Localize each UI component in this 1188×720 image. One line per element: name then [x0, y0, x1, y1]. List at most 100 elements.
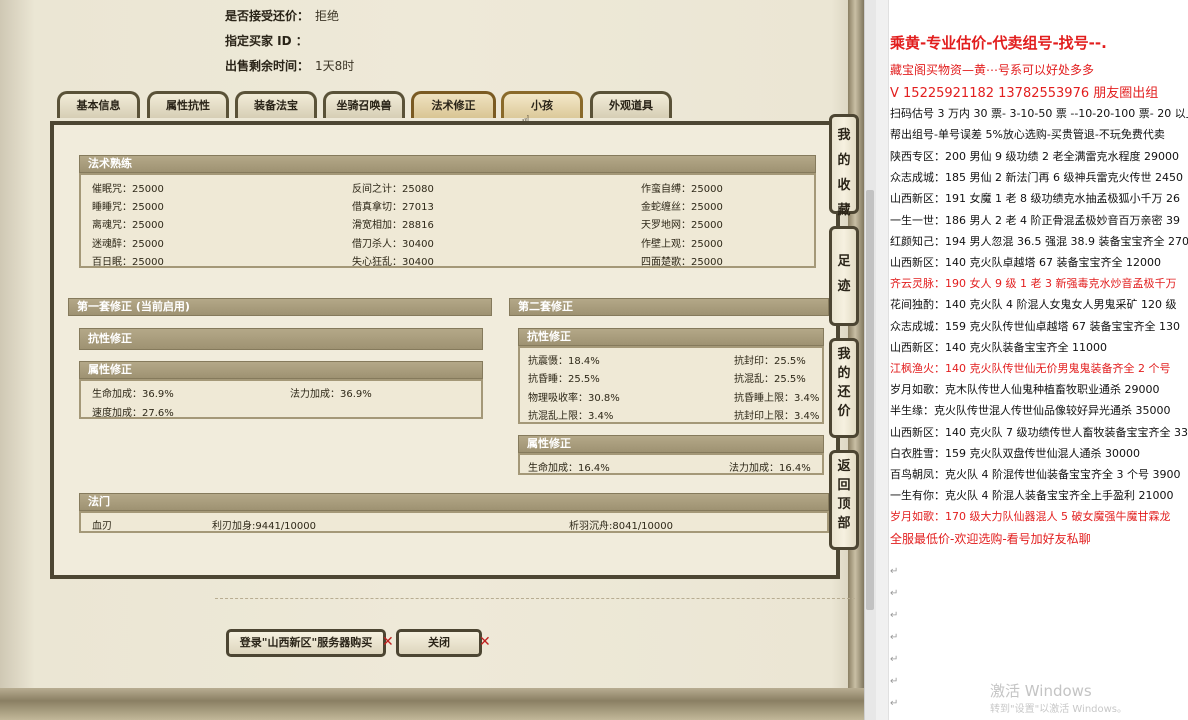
listing-line: 陕西专区：200 男仙 9 级功绩 2 老全满雷克水程度 29000	[890, 150, 1179, 163]
fabao-box	[79, 511, 829, 533]
skills-header: 法术熟练	[79, 155, 816, 173]
divider	[215, 598, 855, 599]
listing-line: 全服最低价-欢迎选购-看号加好友私聊	[890, 531, 1091, 546]
side-button-text: 足迹	[837, 254, 851, 294]
listing-line: 岁月如歌：170 级大力队仙器混人 5 破女魔强牛魔甘霖龙	[890, 510, 1171, 524]
set2-attr-header: 属性修正	[518, 435, 824, 453]
attr-cell: 生命加成：16.4%	[528, 463, 610, 474]
accept-counter-label: 是否接受还价：	[225, 9, 310, 23]
paragraph-mark: ↵	[890, 654, 899, 665]
skill-cell: 借真拿切：27013	[352, 202, 434, 213]
tab-equipment[interactable]: 装备法宝	[235, 91, 317, 118]
time-remaining-row: 出售剩余时间： 1天8时	[225, 57, 354, 74]
listing-line: 花间独酌：140 克火队 4 阶混人女鬼女人男鬼采矿 120 级	[890, 298, 1177, 312]
skill-cell: 天罗地网：25000	[641, 220, 723, 231]
listing-line: 齐云灵脉：190 女人 9 级 1 老 3 新强毒克水炒音孟极千万	[890, 277, 1177, 291]
resist-cell: 抗混乱上限：3.4%	[528, 411, 614, 422]
fabao-cell: 析羽沉舟:8041/10000	[569, 521, 673, 532]
fabao-cell: 利刃加身:9441/10000	[212, 521, 316, 532]
paragraph-mark: ↵	[890, 566, 899, 577]
skill-cell: 作蛮自缚：25000	[641, 184, 723, 195]
page-scrollbar-thumb[interactable]	[866, 190, 874, 610]
skill-cell: 金蛇缠丝：25000	[641, 202, 723, 213]
tab-mounts-pets[interactable]: 坐骑召唤兽	[323, 91, 405, 118]
resist-cell: 物理吸收率：30.8%	[528, 393, 620, 404]
back-to-top-button[interactable]: 返回顶部	[829, 450, 859, 550]
side-button-text: 我的还价	[837, 347, 851, 419]
doc-line: 帮出组号-单号误差 5%放心选购-买贵管退-不玩免费代卖	[890, 128, 1165, 141]
skill-cell: 离魂咒：25000	[92, 220, 164, 231]
paragraph-mark: ↵	[890, 610, 899, 621]
set1-resist-header: 抗性修正	[79, 328, 483, 350]
accept-counter-value: 拒绝	[315, 9, 340, 23]
my-counteroffers-button[interactable]: 我的还价	[829, 338, 859, 438]
paragraph-mark: ↵	[890, 632, 899, 643]
set1-attr-header: 属性修正	[79, 361, 483, 379]
game-window: 是否接受还价： 拒绝 指定买家 ID ： 出售剩余时间： 1天8时 基本信息 属性抗…	[0, 0, 877, 720]
set2-header: 第二套修正	[509, 298, 829, 316]
designated-buyer-row: 指定买家 ID ：	[225, 32, 314, 49]
windows-activation-subtext: 转到"设置"以激活 Windows。	[990, 704, 1128, 715]
paragraph-mark: ↵	[890, 588, 899, 599]
listing-line: 岁月如歌：克木队传世人仙鬼种植畜牧职业通杀 29000	[890, 383, 1160, 397]
skill-cell: 百日眠：25000	[92, 257, 164, 268]
listing-line: 江枫渔火：140 克火队传世仙无价男鬼鬼装备齐全 2 个号	[890, 362, 1171, 375]
skill-cell: 借刀杀人：30400	[352, 239, 434, 250]
attr-cell: 速度加成：27.6%	[92, 408, 174, 419]
paragraph-mark: ↵	[890, 676, 899, 687]
fabao-header: 法门	[79, 493, 829, 511]
skill-cell: 四面楚歌：25000	[641, 257, 723, 268]
attr-cell: 法力加成：16.4%	[729, 463, 811, 474]
doc-line: 扫码估号 3 万内 30 票- 3-10-50 票 --10-20-100 票-…	[890, 107, 1188, 120]
skill-cell: 睡睡咒：25000	[92, 202, 164, 213]
time-remaining-label: 出售剩余时间：	[225, 59, 310, 73]
listing-line: 山西新区：140 克火队 7 级功绩传世人畜牧装备宝宝齐全 335	[890, 425, 1188, 439]
skill-cell: 作壁上观：25000	[641, 239, 723, 250]
designated-buyer-label: 指定买家 ID ：	[225, 34, 308, 48]
close-x-icon[interactable]: ✕	[382, 634, 394, 650]
tab-appearance[interactable]: 外观道具	[590, 91, 672, 118]
set2-resist-header: 抗性修正	[518, 328, 824, 346]
fabao-cell: 血刃	[92, 521, 112, 532]
tab-basic-info[interactable]: 基本信息	[57, 91, 140, 118]
doc-contact-line: V 15225921182 13782553976 朋友圈出组	[890, 86, 1159, 101]
close-x-icon[interactable]: ✕	[479, 634, 491, 650]
listing-line: 一生一世：186 男人 2 老 4 阶正骨混孟极妙音百万亲密 39	[890, 213, 1180, 227]
skill-cell: 滑宽相加：28816	[352, 220, 434, 231]
login-to-buy-button[interactable]: 登录"山西新区"服务器购买	[226, 629, 386, 657]
resist-cell: 抗封印上限：3.4%	[734, 411, 820, 422]
my-favorites-button[interactable]: 我的收藏	[829, 114, 859, 218]
skill-cell: 失心狂乱：30400	[352, 257, 434, 268]
close-button[interactable]: 关闭	[396, 629, 482, 657]
listing-line: 山西新区：140 克火队装备宝宝齐全 11000	[890, 340, 1107, 354]
set1-header: 第一套修正 (当前启用)	[68, 298, 492, 316]
spell-correction-panel: 法术熟练 催眠咒：25000 睡睡咒：25000 离魂咒：25000 迷魂醉：2…	[50, 121, 840, 579]
listing-line: 白衣胜雪：159 克火队双盘传世仙混人通杀 30000	[890, 446, 1140, 460]
side-button-text: 返回顶部	[837, 459, 851, 531]
tab-attributes[interactable]: 属性抗性	[147, 91, 229, 118]
listing-line: 山西新区：140 克火队卓越塔 67 装备宝宝齐全 12000	[890, 256, 1161, 269]
windows-activation-watermark: 激活 Windows	[990, 682, 1092, 700]
listing-line: 半生缘：克火队传世混人传世仙品像较好异光通杀 35000	[890, 404, 1171, 418]
listing-line: 百鸟朝凤：克火队 4 阶混传世仙装备宝宝齐全 3 个号 3900	[890, 468, 1181, 481]
attr-cell: 法力加成：36.9%	[290, 389, 372, 400]
listing-line: 一生有你：克火队 4 阶混人装备宝宝齐全上手盈利 21000	[890, 489, 1174, 503]
skill-cell: 催眠咒：25000	[92, 184, 164, 195]
tab-spell-correction[interactable]: 法术修正	[411, 91, 496, 118]
footprints-button[interactable]: 足迹	[829, 226, 859, 326]
listing-line: 众志成城：159 克火队传世仙卓越塔 67 装备宝宝齐全 130	[890, 319, 1180, 333]
time-remaining-value: 1天8时	[315, 59, 355, 73]
attr-cell: 生命加成：36.9%	[92, 389, 174, 400]
listing-line: 山西新区：191 女魔 1 老 8 级功绩克水抽孟极狐小千万 26	[890, 192, 1180, 206]
skill-cell: 迷魂醉：25000	[92, 239, 164, 250]
resist-cell: 抗混乱：25.5%	[734, 374, 806, 385]
window-frame-bottom	[0, 688, 866, 720]
tab-child[interactable]: 小孩	[501, 91, 583, 118]
resist-cell: 抗昏睡：25.5%	[528, 374, 600, 385]
doc-line: 藏宝阁买物资—黄⋯号系可以好处多多	[890, 63, 1095, 77]
document-pane: 乘黄-专业估价-代卖组号-找号--. 藏宝阁买物资—黄⋯号系可以好处多多 V 1…	[876, 0, 1188, 720]
accept-counter-row: 是否接受还价： 拒绝	[225, 7, 339, 24]
skill-cell: 反间之计：25080	[352, 184, 434, 195]
document-margin	[876, 0, 889, 720]
paragraph-mark: ↵	[890, 698, 899, 709]
